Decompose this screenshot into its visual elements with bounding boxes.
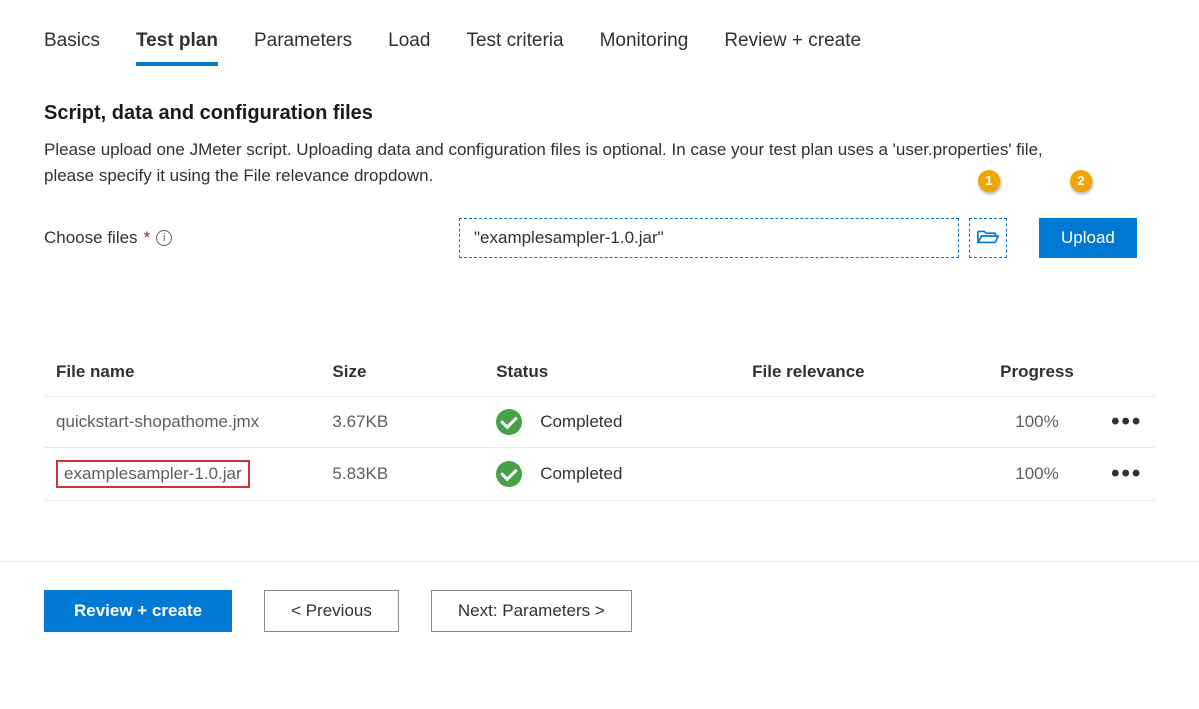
tab-test-criteria[interactable]: Test criteria [466,24,563,66]
table-row: quickstart-shopathome.jmx 3.67KB Complet… [44,396,1155,447]
file-size-cell: 5.83KB [320,447,484,500]
section-title: Script, data and configuration files [44,102,1155,125]
file-relevance-cell [740,447,975,500]
section-description: Please upload one JMeter script. Uploadi… [44,137,1094,190]
choose-files-label: Choose files * i [44,228,449,248]
row-more-button[interactable]: ••• [1110,416,1143,428]
choose-files-row: 1 2 Choose files * i Upload [44,218,1155,258]
info-icon[interactable]: i [156,230,172,246]
check-circle-icon [496,409,522,435]
row-more-button[interactable]: ••• [1110,468,1143,480]
progress-cell: 100% [976,447,1099,500]
tab-review-create[interactable]: Review + create [724,24,861,66]
previous-button[interactable]: < Previous [264,590,399,632]
status-text: Completed [540,412,622,432]
next-button[interactable]: Next: Parameters > [431,590,632,632]
browse-button[interactable] [969,218,1007,258]
folder-open-icon [977,227,999,248]
col-progress[interactable]: Progress [976,348,1099,397]
tab-monitoring[interactable]: Monitoring [600,24,689,66]
progress-cell: 100% [976,396,1099,447]
tab-test-plan[interactable]: Test plan [136,24,218,66]
tab-parameters[interactable]: Parameters [254,24,352,66]
review-create-button[interactable]: Review + create [44,590,232,632]
col-status[interactable]: Status [484,348,740,397]
choose-files-label-text: Choose files [44,228,138,248]
callout-1: 1 [978,170,1000,192]
file-size-cell: 3.67KB [320,396,484,447]
table-row: examplesampler-1.0.jar 5.83KB Completed … [44,447,1155,500]
file-relevance-cell [740,396,975,447]
callout-2: 2 [1070,170,1092,192]
check-circle-icon [496,461,522,487]
col-size[interactable]: Size [320,348,484,397]
wizard-tabs: Basics Test plan Parameters Load Test cr… [44,24,1155,66]
status-text: Completed [540,464,622,484]
tab-load[interactable]: Load [388,24,430,66]
required-asterisk: * [144,228,151,248]
file-name-cell: examplesampler-1.0.jar [56,460,250,488]
file-name-cell: quickstart-shopathome.jmx [56,412,259,431]
file-input[interactable] [459,218,959,258]
footer-divider [0,561,1199,562]
files-table: File name Size Status File relevance Pro… [44,348,1155,501]
upload-button[interactable]: Upload [1039,218,1137,258]
col-file-relevance[interactable]: File relevance [740,348,975,397]
tab-basics[interactable]: Basics [44,24,100,66]
wizard-footer: Review + create < Previous Next: Paramet… [44,590,1155,632]
col-file-name[interactable]: File name [44,348,320,397]
